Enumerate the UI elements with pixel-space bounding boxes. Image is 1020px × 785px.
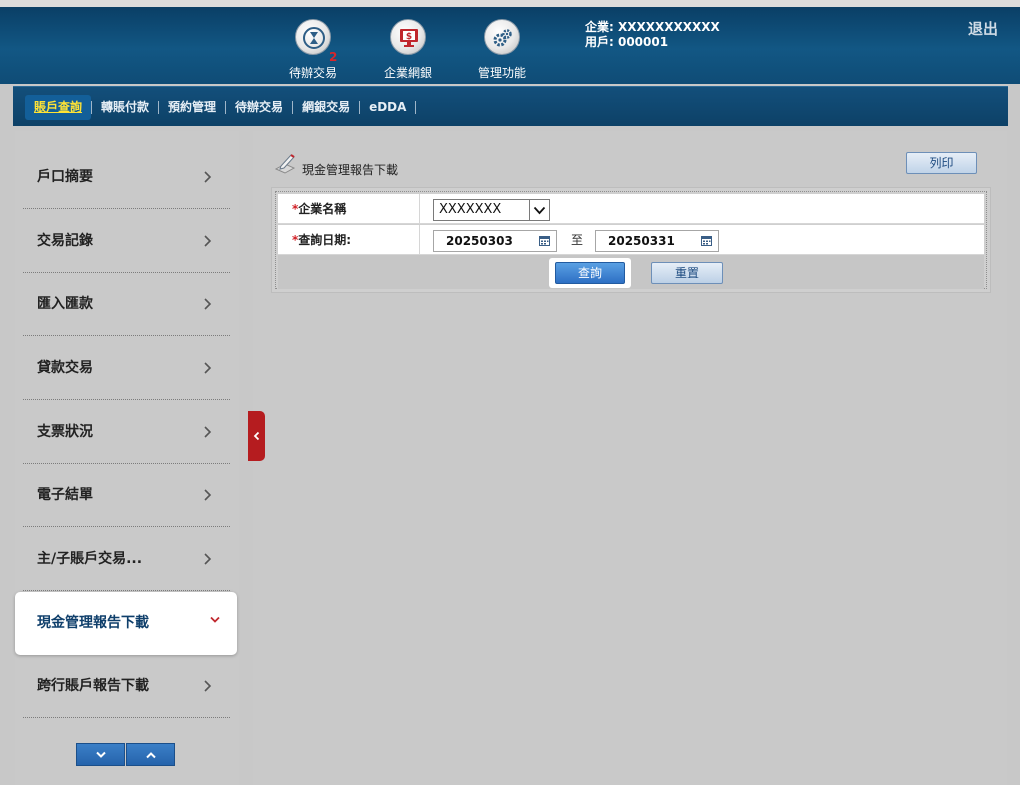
query-button-focus-ring: 查詢 [549,258,631,288]
query-form-inner: *企業名稱 XXXXXXX *查詢日期: 20250303 至 20250331… [275,191,987,289]
logout-button[interactable]: 退出 [968,18,998,39]
corporate-banking-button[interactable]: $ 企業網銀 [368,19,448,81]
chevron-right-icon [204,171,212,183]
scroll-up-button[interactable] [126,743,175,766]
chevron-right-icon [204,680,212,692]
calendar-icon[interactable] [701,236,712,246]
header: 2 待辦交易 $ 企業網銀 管理功能 企業: XXXXXXXXXXX 用戶: 0… [0,7,1020,84]
form-action-row: 查詢 重置 [278,255,984,289]
svg-text:$: $ [406,32,412,42]
chevron-right-icon [204,362,212,374]
sidebar-item-label: 主/子賬戶交易... [37,551,143,567]
chevron-down-icon [95,751,106,758]
pending-count-badge: 2 [329,50,338,64]
sidebar-item-label: 現金管理報告下載 [37,615,149,631]
nav-separator [415,101,417,114]
calendar-icon[interactable] [539,236,550,246]
monitor-dollar-icon: $ [390,19,426,55]
page-title: 現金管理報告下載 [302,163,399,177]
chevron-left-icon [253,431,260,441]
nav-pending-transactions[interactable]: 待辦交易 [226,95,292,120]
sidebar-item-label: 支票狀況 [37,424,93,440]
date-from-value: 20250303 [446,234,513,248]
sidebar-item-cash-management-report[interactable]: 現金管理報告下載 [15,592,237,655]
management-functions-label: 管理功能 [477,66,526,80]
top-nav: 賬戶查詢 轉賬付款 預約管理 待辦交易 網銀交易 eDDA [13,86,1008,126]
edit-document-icon [274,154,296,174]
chevron-right-icon [204,489,212,501]
chevron-right-icon [204,426,212,438]
query-form: *企業名稱 XXXXXXX *查詢日期: 20250303 至 20250331… [271,187,991,293]
date-label-text: 查詢日期: [298,233,352,247]
nav-edda[interactable]: eDDA [360,95,415,120]
reset-button[interactable]: 重置 [651,262,723,284]
nav-transfer-payment[interactable]: 轉賬付款 [92,95,158,120]
pending-transactions-button[interactable]: 2 待辦交易 [273,19,353,81]
sidebar-item-interbank-report[interactable]: 跨行賬戶報告下載 [23,655,230,718]
gears-icon [484,19,520,55]
chevron-right-icon [204,298,212,310]
sidebar-item-cheque-status[interactable]: 支票狀況 [23,401,230,464]
sidebar-item-label: 戶口摘要 [37,169,93,185]
company-id-text: 企業: XXXXXXXXXXX [585,20,720,34]
sidebar-item-e-statements[interactable]: 電子結單 [23,464,230,527]
company-select-value: XXXXXXX [439,202,502,217]
date-from-input[interactable]: 20250303 [433,230,557,252]
company-label: *企業名稱 [278,194,420,224]
chevron-right-icon [204,553,212,565]
management-functions-button[interactable]: 管理功能 [462,19,542,81]
nav-account-inquiry[interactable]: 賬戶查詢 [25,95,92,120]
date-range-to-label: 至 [571,233,584,247]
scroll-down-button[interactable] [76,743,125,766]
sidebar-item-label: 匯入匯款 [37,296,93,312]
nav-online-transactions[interactable]: 網銀交易 [293,95,359,120]
sidebar-item-label: 交易記錄 [37,233,93,249]
nav-scheduled-management[interactable]: 預約管理 [159,95,225,120]
corporate-banking-label: 企業網銀 [383,66,432,80]
top-strip [0,0,1020,7]
pending-transactions-label: 待辦交易 [288,66,337,80]
main-content: 現金管理報告下載 列印 *企業名稱 XXXXXXX *查詢日期: 2025030… [253,131,1007,785]
sidebar-item-label: 電子結單 [37,487,93,503]
company-row: *企業名稱 XXXXXXX [278,194,984,224]
date-to-input[interactable]: 20250331 [595,230,719,252]
sidebar: 戶口摘要 交易記錄 匯入匯款 貸款交易 支票狀況 電子結單 主/子賬戶交易...… [15,131,239,785]
chevron-up-icon [145,751,156,758]
print-button[interactable]: 列印 [906,152,977,174]
sidebar-scroll-controls [76,743,176,766]
date-to-value: 20250331 [608,234,675,248]
sidebar-item-transaction-records[interactable]: 交易記錄 [23,210,230,273]
user-info: 企業: XXXXXXXXXXX 用戶: 000001 [585,20,720,50]
sidebar-collapse-toggle[interactable] [248,411,265,461]
company-label-text: 企業名稱 [298,202,347,216]
date-row: *查詢日期: 20250303 至 20250331 [278,225,984,255]
sidebar-item-account-summary[interactable]: 戶口摘要 [23,146,230,209]
sidebar-item-inward-remittance[interactable]: 匯入匯款 [23,273,230,336]
sidebar-item-loan-transactions[interactable]: 貸款交易 [23,337,230,400]
sidebar-item-label: 貸款交易 [37,360,93,376]
chevron-right-icon [204,235,212,247]
company-select[interactable]: XXXXXXX [433,199,550,221]
user-id-text: 用戶: 000001 [585,35,669,49]
sidebar-item-label: 跨行賬戶報告下載 [37,678,149,694]
query-button[interactable]: 查詢 [555,262,625,284]
date-label: *查詢日期: [278,225,420,255]
chevron-down-icon [529,200,549,220]
chevron-down-icon [210,616,220,623]
hourglass-refresh-icon [295,19,331,55]
sidebar-item-master-sub-account[interactable]: 主/子賬戶交易... [23,528,230,591]
